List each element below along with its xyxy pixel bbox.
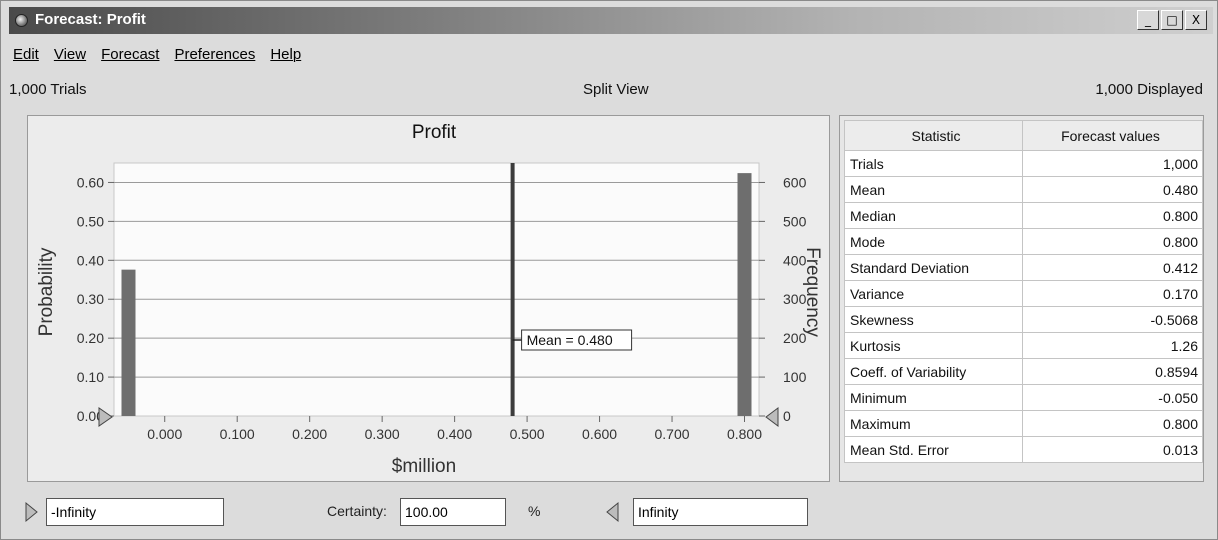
certainty-label: Certainty: <box>327 503 387 519</box>
table-row[interactable]: Standard Deviation 0.412 <box>844 254 1203 281</box>
statistic-value: 0.480 <box>1022 176 1203 203</box>
menu-edit[interactable]: Edit <box>13 46 39 63</box>
x-tick-label: 0.600 <box>582 426 617 442</box>
menu-forecast[interactable]: Forecast <box>101 46 159 63</box>
maximize-button[interactable]: □ <box>1161 10 1183 30</box>
statistic-value: 0.8594 <box>1022 358 1203 385</box>
statistic-name: Mean <box>844 176 1023 203</box>
menu-bar: Edit View Forecast Preferences Help <box>13 46 301 63</box>
y-tick-label: 0.20 <box>77 330 104 346</box>
lower-bound-input[interactable]: -Infinity <box>46 498 224 526</box>
table-row[interactable]: Kurtosis 1.26 <box>844 332 1203 359</box>
upper-bound-arrow-icon[interactable] <box>606 501 620 523</box>
table-row[interactable]: Mode 0.800 <box>844 228 1203 255</box>
table-row[interactable]: Median 0.800 <box>844 202 1203 229</box>
mean-label: Mean = 0.480 <box>527 332 613 348</box>
table-row[interactable]: Minimum -0.050 <box>844 384 1203 411</box>
table-row[interactable]: Trials 1,000 <box>844 150 1203 177</box>
statistic-value: 0.800 <box>1022 202 1203 229</box>
app-icon <box>15 14 28 27</box>
percent-label: % <box>528 503 541 519</box>
y2-tick-label: 0 <box>783 408 791 424</box>
table-row[interactable]: Skewness -0.5068 <box>844 306 1203 333</box>
y2-axis-label: Frequency <box>802 247 823 337</box>
statistic-value: 0.170 <box>1022 280 1203 307</box>
x-tick-label: 0.300 <box>365 426 400 442</box>
trials-count: 1,000 Trials <box>9 81 87 98</box>
statistic-value: 0.800 <box>1022 228 1203 255</box>
statistic-name: Mean Std. Error <box>844 436 1023 463</box>
histogram-bar[interactable] <box>737 173 752 416</box>
x-tick-label: 0.000 <box>147 426 182 442</box>
displayed-count: 1,000 Displayed <box>1095 81 1203 98</box>
x-axis-label: $million <box>392 456 456 477</box>
statistic-name: Trials <box>844 150 1023 177</box>
x-tick-label: 0.200 <box>292 426 327 442</box>
statistic-value: 0.013 <box>1022 436 1203 463</box>
statistic-value: 0.412 <box>1022 254 1203 281</box>
table-row[interactable]: Mean Std. Error 0.013 <box>844 436 1203 463</box>
x-tick-label: 0.400 <box>437 426 472 442</box>
x-tick-label: 0.500 <box>510 426 545 442</box>
statistic-name: Median <box>844 202 1023 229</box>
statistic-value: 1.26 <box>1022 332 1203 359</box>
forecast-chart: Profit 0.000.100.200.300.400.500.60 0100… <box>36 122 823 477</box>
plot-area <box>113 162 760 417</box>
table-header-row: Statistic Forecast values <box>844 120 1203 151</box>
chart-title: Profit <box>412 122 457 143</box>
table-row[interactable]: Variance 0.170 <box>844 280 1203 307</box>
column-header-forecast-values[interactable]: Forecast values <box>1022 120 1203 151</box>
statistics-panel: Statistic Forecast values Trials 1,000 Mea… <box>839 115 1204 482</box>
statistic-name: Maximum <box>844 410 1023 437</box>
statistic-name: Mode <box>844 228 1023 255</box>
statistic-name: Minimum <box>844 384 1023 411</box>
y-tick-label: 0.10 <box>77 369 104 385</box>
close-button[interactable]: X <box>1185 10 1207 30</box>
statistic-value: 0.800 <box>1022 410 1203 437</box>
table-row[interactable]: Maximum 0.800 <box>844 410 1203 437</box>
lower-grabber-icon[interactable] <box>98 407 113 427</box>
y-tick-label: 0.30 <box>77 291 104 307</box>
upper-grabber-icon[interactable] <box>765 407 779 427</box>
y-tick-label: 0.50 <box>77 213 104 229</box>
statistic-name: Variance <box>844 280 1023 307</box>
y-tick-label: 0.40 <box>77 252 104 268</box>
chart-panel: Profit 0.00 0.10 0.20 0.30 0.40 0.50 0.60 0 100… <box>27 115 830 482</box>
histogram-bar[interactable] <box>121 269 136 416</box>
y2-tick-label: 100 <box>783 369 807 385</box>
x-tick-label: 0.100 <box>220 426 255 442</box>
y2-tick-label: 500 <box>783 213 807 229</box>
statistic-value: -0.5068 <box>1022 306 1203 333</box>
menu-view[interactable]: View <box>54 46 86 63</box>
statistics-table: Statistic Forecast values Trials 1,000 Mea… <box>844 120 1203 463</box>
menu-preferences[interactable]: Preferences <box>174 46 255 63</box>
view-mode[interactable]: Split View <box>583 81 649 98</box>
statistic-name: Kurtosis <box>844 332 1023 359</box>
column-header-statistic[interactable]: Statistic <box>844 120 1023 151</box>
table-row[interactable]: Mean 0.480 <box>844 176 1203 203</box>
minimize-button[interactable]: _ <box>1137 10 1159 30</box>
statistic-name: Coeff. of Variability <box>844 358 1023 385</box>
x-tick-label: 0.800 <box>727 426 762 442</box>
x-tick-label: 0.700 <box>655 426 690 442</box>
menu-help[interactable]: Help <box>270 46 301 63</box>
statistic-name: Standard Deviation <box>844 254 1023 281</box>
statistic-name: Skewness <box>844 306 1023 333</box>
y2-tick-label: 600 <box>783 174 807 190</box>
certainty-input[interactable]: 100.00 <box>400 498 506 526</box>
title-bar[interactable]: Forecast: Profit _ □ X <box>9 7 1213 34</box>
upper-bound-input[interactable]: Infinity <box>633 498 808 526</box>
window-title: Forecast: Profit <box>35 11 146 28</box>
table-row[interactable]: Coeff. of Variability 0.8594 <box>844 358 1203 385</box>
y-axis-label: Probability <box>36 247 57 336</box>
y-tick-label: 0.60 <box>77 174 104 190</box>
statistic-value: -0.050 <box>1022 384 1203 411</box>
statistic-value: 1,000 <box>1022 150 1203 177</box>
forecast-window: Forecast: Profit _ □ X Edit View Forecas… <box>0 0 1218 540</box>
lower-bound-arrow-icon[interactable] <box>25 501 39 523</box>
